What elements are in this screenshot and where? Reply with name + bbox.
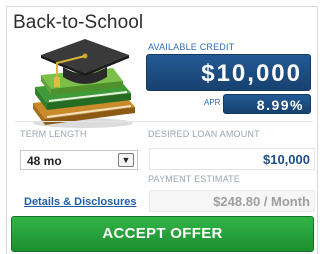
- available-credit-label: AVAILABLE CREDIT: [148, 42, 235, 52]
- section-divider: [15, 121, 313, 122]
- payment-estimate-label: PAYMENT ESTIMATE: [148, 174, 241, 184]
- desired-loan-amount-label: DESIRED LOAN AMOUNT: [148, 129, 260, 139]
- payment-estimate-field: $248.80 / Month: [149, 190, 315, 212]
- accept-offer-button[interactable]: ACCEPT OFFER: [11, 216, 314, 252]
- apr-value: 8.99%: [223, 94, 311, 114]
- apr-label: APR: [204, 98, 221, 107]
- desired-loan-amount-field[interactable]: $10,000: [149, 148, 315, 170]
- chevron-down-icon[interactable]: ▼: [118, 153, 134, 167]
- term-length-value: 48 mo: [27, 154, 62, 168]
- term-length-label: TERM LENGTH: [20, 129, 87, 139]
- offer-title: Back-to-School: [13, 12, 144, 33]
- graduation-cap-on-books-icon: [33, 39, 135, 128]
- available-credit-value: $10,000: [146, 54, 311, 91]
- term-length-select[interactable]: 48 mo ▼: [20, 150, 138, 170]
- details-disclosures-link[interactable]: Details & Disclosures: [24, 196, 137, 208]
